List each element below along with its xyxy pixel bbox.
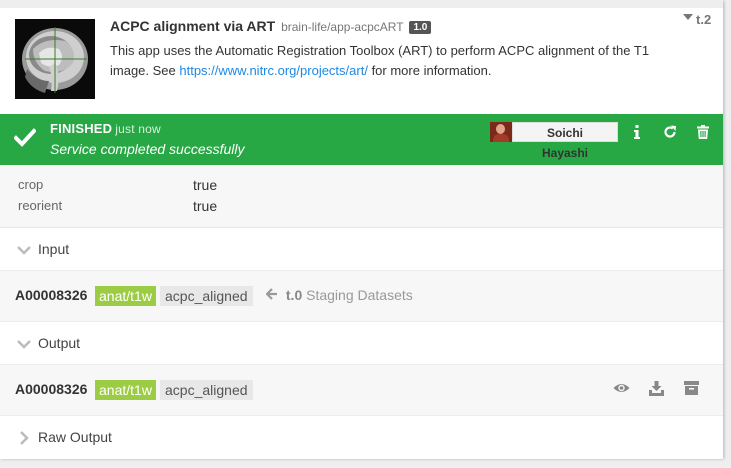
app-thumbnail (15, 19, 95, 99)
config-row: crop true (0, 177, 723, 197)
app-description: This app uses the Automatic Registration… (110, 41, 680, 80)
input-dataset-row: A00008326 anat/t1w acpc_aligned t.0 Stag… (0, 270, 723, 322)
download-button[interactable] (647, 379, 665, 397)
input-source[interactable]: t.0 Staging Datasets (265, 287, 413, 303)
config-key: crop (18, 177, 44, 192)
task-owner[interactable]: Soichi Hayashi (490, 122, 618, 160)
app-title: ACPC alignment via ART brain-life/app-ac… (110, 18, 432, 35)
status-label: FINISHED (50, 121, 113, 136)
raw-output-label: Raw Output (38, 429, 112, 445)
task-id-toggle[interactable]: t.2 (683, 12, 711, 27)
delete-button[interactable] (694, 123, 712, 141)
app-version-badge: 1.0 (409, 21, 432, 34)
task-id: t.2 (696, 12, 712, 27)
avatar (490, 122, 512, 142)
archive-button[interactable] (682, 379, 700, 397)
config-key: reorient (18, 198, 63, 213)
source-task-name: Staging Datasets (306, 287, 413, 303)
config-value: true (193, 198, 218, 214)
refresh-icon (664, 125, 676, 138)
archive-icon (683, 381, 699, 395)
owner-name: Soichi Hayashi (512, 122, 618, 160)
raw-output-section-toggle[interactable]: Raw Output (0, 416, 723, 459)
status-state: FINISHED just now (50, 121, 161, 136)
app-info-link[interactable]: https://www.nitrc.org/projects/art/ (179, 63, 368, 78)
datatype-badge: anat/t1w (95, 286, 156, 306)
datatype-tag: acpc_aligned (160, 380, 253, 400)
output-section-toggle[interactable]: Output (0, 322, 723, 365)
app-repo[interactable]: brain-life/app-acpcART (281, 20, 404, 34)
config-row: reorient true (0, 198, 723, 218)
datatype-tag: acpc_aligned (160, 286, 253, 306)
status-message: Service completed successfully (50, 141, 245, 157)
output-dataset-row: A00008326 anat/t1w acpc_aligned (0, 364, 723, 416)
view-button[interactable] (612, 379, 630, 397)
info-button[interactable] (628, 123, 646, 141)
eye-icon (613, 384, 629, 392)
status-time: just now (115, 122, 161, 136)
top-divider (0, 0, 723, 8)
info-icon (634, 125, 640, 139)
config-value: true (193, 177, 218, 193)
config-panel: crop true reorient true (0, 165, 723, 228)
trash-icon (697, 125, 709, 139)
app-name: ACPC alignment via ART (110, 18, 276, 34)
download-icon (648, 380, 664, 396)
subject-id: A00008326 (15, 287, 88, 303)
arrow-left-icon (265, 288, 277, 300)
rerun-button[interactable] (661, 123, 679, 141)
app-description-suffix: for more information. (367, 62, 492, 78)
source-task-id: t.0 (285, 287, 303, 303)
subject-id: A00008326 (15, 381, 88, 397)
chevron-down-icon (17, 246, 31, 255)
task-card: ACPC alignment via ART brain-life/app-ac… (0, 0, 723, 459)
chevron-right-icon (20, 431, 29, 445)
datatype-badge: anat/t1w (95, 380, 156, 400)
caret-down-icon (683, 14, 693, 20)
input-section-toggle[interactable]: Input (0, 228, 723, 271)
status-bar: FINISHED just now Service completed succe… (0, 114, 723, 165)
chevron-down-icon (17, 340, 31, 349)
input-section-label: Input (38, 241, 70, 257)
output-section-label: Output (38, 335, 81, 351)
check-icon (14, 128, 36, 147)
